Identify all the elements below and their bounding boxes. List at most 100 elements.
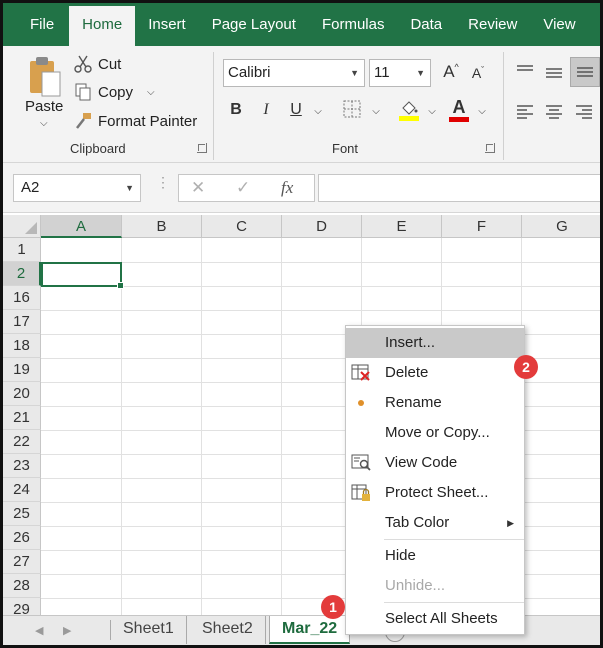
row-header[interactable]: 19 [3, 358, 41, 382]
borders-button[interactable] [341, 100, 363, 123]
gridline [41, 310, 600, 311]
font-launcher-icon[interactable] [485, 143, 495, 153]
excel-window: File Home Insert Page Layout Formulas Da… [0, 0, 603, 648]
clipboard-launcher-icon[interactable] [197, 143, 207, 153]
drag-handle-icon[interactable]: ⋮ [156, 175, 170, 189]
sheet-tab-sheet2[interactable]: Sheet2 [190, 616, 266, 644]
name-box[interactable]: A2 ▼ [13, 174, 141, 202]
menu-item-label: Rename [385, 394, 442, 411]
tab-home[interactable]: Home [69, 6, 136, 46]
name-box-value: A2 [21, 179, 40, 196]
sheet-next-icon[interactable]: ▶ [63, 624, 71, 637]
sheet-tab-sheet1[interactable]: Sheet1 [111, 616, 187, 644]
tab-data[interactable]: Data [397, 3, 455, 46]
menu-item-label: Protect Sheet... [385, 484, 489, 501]
row-header[interactable]: 28 [3, 574, 41, 598]
font-family-select[interactable]: Calibri ▼ [223, 59, 365, 87]
menu-separator [384, 539, 524, 540]
tab-file[interactable]: File [3, 3, 69, 46]
menu-item-move-copy[interactable]: Move or Copy... [346, 418, 524, 448]
fill-color-dropdown-icon[interactable]: ⌵ [421, 106, 443, 117]
align-middle-button[interactable] [544, 66, 564, 83]
row-header[interactable]: 22 [3, 430, 41, 454]
underline-button[interactable]: U [285, 101, 307, 119]
column-header[interactable]: D [282, 215, 362, 238]
row-header[interactable]: 25 [3, 502, 41, 526]
borders-icon [343, 100, 361, 118]
align-top-icon [517, 65, 533, 71]
gridline [201, 238, 202, 615]
tab-review[interactable]: Review [455, 3, 530, 46]
paste-dropdown-icon[interactable]: ⌵ [40, 118, 48, 129]
tab-formulas[interactable]: Formulas [309, 3, 398, 46]
row-header[interactable]: 29 [3, 598, 41, 615]
align-center-button[interactable] [544, 104, 564, 123]
fill-color-button[interactable] [397, 99, 421, 126]
menu-item-select-all-sheets[interactable]: Select All Sheets [346, 604, 524, 634]
underline-dropdown-icon[interactable]: ⌵ [307, 106, 329, 117]
shrink-font-button[interactable]: Aˇ [467, 65, 489, 81]
column-header[interactable]: B [122, 215, 202, 238]
tab-page-layout[interactable]: Page Layout [199, 3, 309, 46]
row-header[interactable]: 27 [3, 550, 41, 574]
menu-item-tab-color[interactable]: Tab Color ▶ [346, 508, 524, 538]
menu-item-insert[interactable]: Insert... [346, 328, 524, 358]
sheet-prev-icon[interactable]: ◀ [35, 624, 43, 637]
cancel-icon[interactable]: ✕ [191, 178, 205, 198]
row-header[interactable]: 16 [3, 286, 41, 310]
selected-cell-a2[interactable] [41, 262, 124, 289]
row-header[interactable]: 17 [3, 310, 41, 334]
menu-item-hide[interactable]: Hide [346, 541, 524, 571]
column-header[interactable]: E [362, 215, 442, 238]
font-size-select[interactable]: 11 ▼ [369, 59, 431, 87]
bold-button[interactable]: B [225, 101, 247, 119]
column-header[interactable]: F [442, 215, 522, 238]
scissors-icon [73, 54, 93, 74]
insert-function-icon[interactable]: fx [281, 178, 293, 198]
column-header[interactable]: A [41, 215, 122, 238]
menu-item-unhide: Unhide... [346, 571, 524, 601]
align-top-button[interactable] [515, 64, 535, 81]
tab-insert[interactable]: Insert [135, 3, 199, 46]
row-header[interactable]: 2 [3, 262, 41, 286]
sheet-tab-mar-22[interactable]: Mar_22 [269, 616, 351, 644]
format-painter-button[interactable]: Format Painter [73, 111, 197, 131]
align-left-icon [517, 105, 533, 119]
tab-view[interactable]: View [530, 3, 588, 46]
font-color-button[interactable]: A [447, 98, 471, 122]
menu-item-rename[interactable]: Rename [346, 388, 524, 418]
menu-item-delete[interactable]: Delete [346, 358, 524, 388]
enter-icon[interactable]: ✓ [236, 178, 250, 198]
row-header[interactable]: 18 [3, 334, 41, 358]
grow-font-button[interactable]: A^ [440, 62, 462, 82]
formula-buttons: ✕ ✓ fx [178, 174, 315, 202]
copy-dropdown-icon[interactable]: ⌵ [147, 87, 155, 98]
menu-item-label: Delete [385, 364, 429, 381]
cut-button[interactable]: Cut [73, 54, 121, 74]
formula-input[interactable] [318, 174, 600, 202]
rename-dot-icon [351, 393, 371, 413]
align-bottom-button[interactable] [570, 57, 600, 87]
group-divider [503, 52, 504, 160]
row-header[interactable]: 20 [3, 382, 41, 406]
copy-label: Copy [98, 83, 134, 101]
copy-button[interactable]: Copy ⌵ [73, 82, 155, 102]
menu-item-view-code[interactable]: View Code [346, 448, 524, 478]
menu-item-label: Unhide... [385, 577, 446, 594]
borders-dropdown-icon[interactable]: ⌵ [365, 106, 387, 117]
sheet-context-menu: Insert... Delete Rename Move or Copy... … [345, 325, 525, 635]
row-header[interactable]: 1 [3, 238, 41, 262]
select-all-corner[interactable] [3, 215, 41, 238]
font-color-dropdown-icon[interactable]: ⌵ [471, 106, 493, 117]
column-header[interactable]: C [202, 215, 282, 238]
font-size-value: 11 [374, 64, 390, 81]
column-header[interactable]: G [522, 215, 600, 238]
row-header[interactable]: 21 [3, 406, 41, 430]
row-header[interactable]: 24 [3, 478, 41, 502]
align-left-button[interactable] [515, 104, 535, 123]
align-right-button[interactable] [574, 104, 594, 123]
italic-button[interactable]: I [255, 101, 277, 119]
row-header[interactable]: 23 [3, 454, 41, 478]
row-header[interactable]: 26 [3, 526, 41, 550]
menu-item-protect-sheet[interactable]: Protect Sheet... [346, 478, 524, 508]
